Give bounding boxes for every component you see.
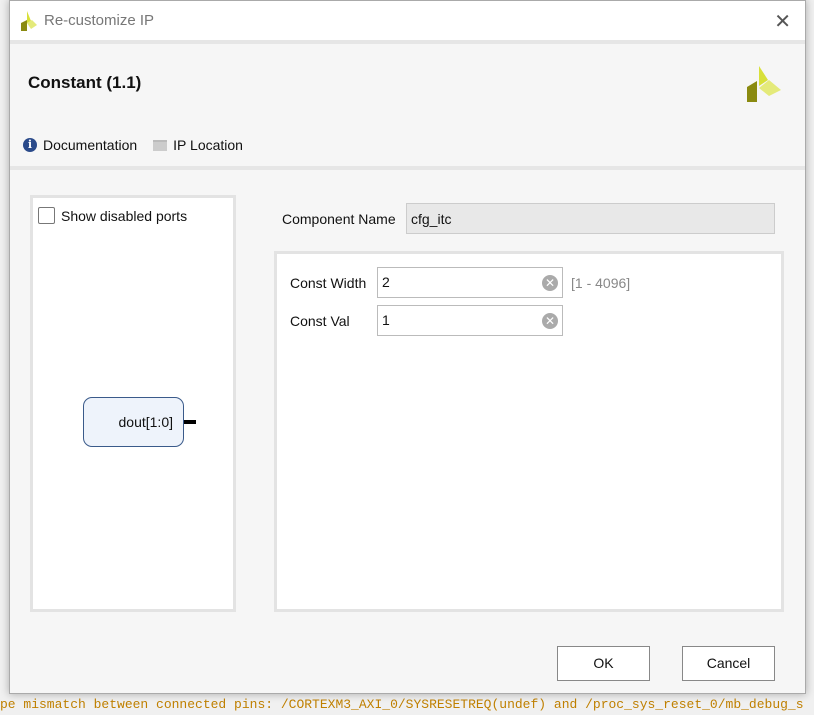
const-width-range: [1 - 4096] [571,274,631,291]
folder-icon [153,139,168,151]
dialog-title: Re-customize IP [44,12,155,29]
xilinx-logo-icon [21,10,37,31]
close-icon[interactable]: ✕ [774,9,791,34]
cancel-button[interactable]: Cancel [682,646,775,681]
info-icon: i [23,138,37,152]
ip-location-link[interactable]: IP Location [173,137,243,153]
title-bar: Re-customize IP ✕ [10,1,805,40]
const-val-input[interactable]: 1 ✕ [377,305,563,336]
ip-symbol-block: dout[1:0] [83,397,184,447]
recustomize-ip-dialog: Re-customize IP ✕ Constant (1.1) i Docum… [9,0,806,694]
component-name-label: Component Name [282,211,396,227]
show-disabled-ports-checkbox[interactable]: Show disabled ports [38,207,187,224]
const-width-label: Const Width [290,274,367,291]
background-log-line: pe mismatch between connected pins: /COR… [0,697,804,712]
symbol-panel: Show disabled ports dout[1:0] [30,195,236,612]
clear-icon[interactable]: ✕ [542,313,558,329]
xilinx-logo-icon [747,66,781,102]
const-width-value: 2 [382,274,390,290]
ip-header: Constant (1.1) i Documentation IP Locati… [10,44,805,166]
ok-button[interactable]: OK [557,646,650,681]
parameters-panel: Const Width 2 ✕ [1 - 4096] Const Val 1 ✕ [274,251,784,612]
clear-icon[interactable]: ✕ [542,275,558,291]
const-val-value: 1 [382,312,390,328]
component-name-field[interactable]: cfg_itc [406,203,775,234]
show-disabled-ports-label: Show disabled ports [61,207,188,224]
const-val-label: Const Val [290,312,350,329]
checkbox-box[interactable] [38,207,55,224]
documentation-link[interactable]: Documentation [43,137,137,153]
port-label: dout[1:0] [118,414,174,430]
port-pin [184,420,196,424]
const-width-input[interactable]: 2 ✕ [377,267,563,298]
const-width-row: Const Width 2 ✕ [1 - 4096] [290,267,630,298]
const-val-row: Const Val 1 ✕ [290,305,563,336]
ip-title: Constant (1.1) [28,73,142,92]
